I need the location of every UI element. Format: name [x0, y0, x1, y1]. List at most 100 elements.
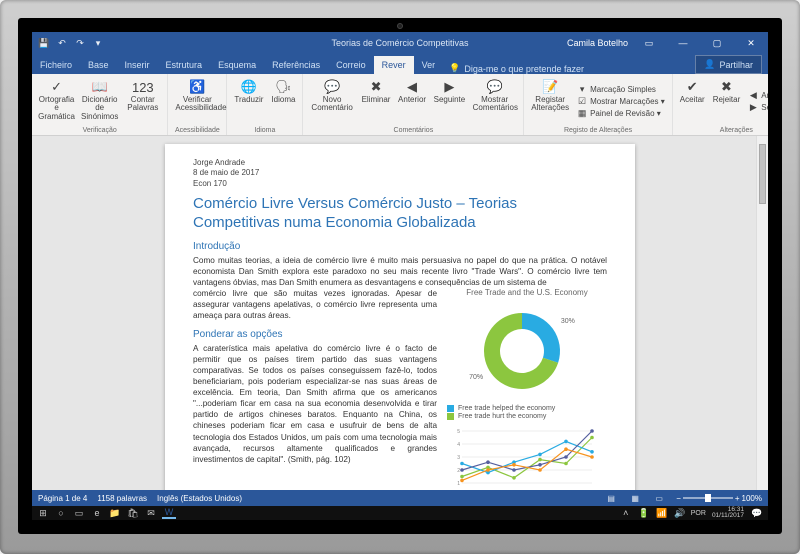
vertical-scrollbar[interactable]	[756, 136, 768, 490]
ribbon: ✓Ortografia e Gramática📖Dicionário de Si…	[32, 74, 768, 136]
ribbon-tabs: FicheiroBaseInserirEstruturaEsquemaRefer…	[32, 54, 768, 74]
ribbon-icon: 123	[134, 78, 152, 96]
doc-author: Jorge Andrade	[193, 158, 607, 168]
tab-esquema[interactable]: Esquema	[210, 56, 264, 74]
tab-ficheiro[interactable]: Ficheiro	[32, 56, 80, 74]
print-layout-icon[interactable]: ▦	[628, 492, 642, 504]
tab-referências[interactable]: Referências	[264, 56, 328, 74]
ribbon-button[interactable]: ✖Rejeitar	[710, 76, 744, 126]
ribbon-button[interactable]: 💬Mostrar Comentários	[470, 76, 519, 126]
wifi-icon[interactable]: 📶	[655, 507, 669, 519]
ribbon-button[interactable]: 💬Novo Comentário	[307, 76, 356, 126]
close-button[interactable]: ✕	[738, 32, 764, 54]
zoom-control[interactable]: − + 100%	[676, 494, 762, 503]
ribbon-small-button[interactable]: ▦Painel de Revisão ▾	[574, 107, 668, 119]
share-button[interactable]: 👤 Partilhar	[695, 55, 762, 74]
ribbon-label: Mostrar Marcações ▾	[590, 97, 665, 106]
undo-icon[interactable]: ↶	[56, 37, 68, 49]
start-icon[interactable]: ⊞	[36, 507, 50, 519]
ribbon-button[interactable]: 123Contar Palavras	[122, 76, 163, 126]
clock[interactable]: 16:31 01/11/2017	[710, 507, 746, 520]
tray-chevron-icon[interactable]: ˄	[619, 507, 633, 519]
user-name[interactable]: Camila Botelho	[567, 38, 628, 48]
ribbon-small-button[interactable]: ▶Seguinte	[745, 101, 768, 113]
ribbon-icon: 💬	[323, 78, 341, 96]
svg-text:4: 4	[457, 442, 460, 448]
word-icon[interactable]: W	[162, 507, 176, 519]
windows-taskbar: ⊞ ○ ▭ e 📁 🛍 ✉ W ˄ 🔋 📶 🔊 POR 16:31 01/11/…	[32, 506, 768, 520]
taskview-icon[interactable]: ▭	[72, 507, 86, 519]
ribbon-icon: 💬	[486, 78, 504, 96]
store-icon[interactable]: 🛍	[126, 507, 140, 519]
zoom-in-icon[interactable]: +	[735, 494, 740, 503]
ribbon-button[interactable]: ♿Verificar Acessibilidade	[172, 76, 222, 126]
system-tray: ˄ 🔋 📶 🔊 POR 16:31 01/11/2017 💬	[619, 507, 764, 520]
tray-lang[interactable]: POR	[691, 510, 706, 517]
legend-item: Free trade helped the economy	[447, 405, 607, 412]
qat-dropdown-icon[interactable]: ▾	[92, 37, 104, 49]
minimize-button[interactable]: ―	[670, 32, 696, 54]
window-title: Teorias de Comércio Competitivas	[331, 38, 468, 48]
ribbon-small-button[interactable]: ▾Marcação Simples	[574, 83, 668, 95]
ribbon-button[interactable]: ◀Anterior	[395, 76, 429, 126]
ribbon-button[interactable]: 🌐Traduzir	[231, 76, 266, 126]
cortana-icon[interactable]: ○	[54, 507, 68, 519]
ribbon-icon: ✓	[48, 78, 66, 96]
status-bar: Página 1 de 4 1158 palavras Inglês (Esta…	[32, 490, 768, 506]
svg-text:2: 2	[457, 468, 460, 474]
ribbon-button[interactable]: ▶Seguinte	[431, 76, 468, 126]
battery-icon[interactable]: 🔋	[637, 507, 651, 519]
ribbon-small-button[interactable]: ☑Mostrar Marcações ▾	[574, 95, 668, 107]
ribbon-icon: 🗣	[274, 78, 292, 96]
tab-inserir[interactable]: Inserir	[117, 56, 158, 74]
maximize-button[interactable]: ▢	[704, 32, 730, 54]
tab-correio[interactable]: Correio	[328, 56, 374, 74]
notifications-icon[interactable]: 💬	[750, 507, 764, 519]
zoom-value[interactable]: 100%	[742, 494, 762, 503]
ribbon-label: Novo Comentário	[310, 96, 353, 113]
ribbon-button[interactable]: 🗣Idioma	[268, 76, 298, 126]
ribbon-label: Painel de Revisão ▾	[590, 109, 661, 118]
tell-me[interactable]: 💡 Diga-me o que pretende fazer	[449, 63, 584, 74]
ribbon-button[interactable]: 📝Registar Alterações	[528, 76, 572, 126]
svg-text:70%: 70%	[469, 374, 483, 381]
volume-icon[interactable]: 🔊	[673, 507, 687, 519]
ribbon-button[interactable]: ✖Eliminar	[359, 76, 393, 126]
tab-rever[interactable]: Rever	[374, 56, 414, 74]
status-words[interactable]: 1158 palavras	[97, 494, 147, 503]
tab-ver[interactable]: Ver	[414, 56, 444, 74]
ribbon-group: 🌐Traduzir🗣IdiomaIdioma	[227, 74, 303, 135]
explorer-icon[interactable]: 📁	[108, 507, 122, 519]
ribbon-options-icon[interactable]: ▭	[636, 32, 662, 54]
tab-estrutura[interactable]: Estrutura	[158, 56, 211, 74]
ribbon-icon: ▾	[577, 84, 587, 94]
ribbon-icon: ♿	[188, 78, 206, 96]
web-layout-icon[interactable]: ▭	[652, 492, 666, 504]
ribbon-label: Aceitar	[680, 96, 705, 104]
ribbon-label: Dicionário de Sinónimos	[81, 96, 118, 121]
doc-title: Comércio Livre Versus Comércio Justo – T…	[193, 195, 607, 233]
ribbon-icon: ✔	[683, 78, 701, 96]
ribbon-label: Ortografia e Gramática	[38, 96, 75, 121]
ribbon-small-button[interactable]: ◀Anterior	[745, 89, 768, 101]
title-bar: 💾 ↶ ↷ ▾ Teorias de Comércio Competitivas…	[32, 32, 768, 54]
ribbon-button[interactable]: ✔Aceitar	[677, 76, 708, 126]
status-page[interactable]: Página 1 de 4	[38, 494, 87, 503]
tab-base[interactable]: Base	[80, 56, 117, 74]
ribbon-label: Contar Palavras	[125, 96, 160, 113]
camera-icon	[397, 23, 403, 29]
redo-icon[interactable]: ↷	[74, 37, 86, 49]
zoom-slider[interactable]	[683, 497, 733, 499]
ribbon-button[interactable]: ✓Ortografia e Gramática	[36, 76, 77, 126]
outlook-icon[interactable]: ✉	[144, 507, 158, 519]
ribbon-button[interactable]: 📖Dicionário de Sinónimos	[79, 76, 120, 126]
scroll-thumb[interactable]	[759, 144, 766, 204]
ribbon-label: Anterior	[398, 96, 426, 104]
ribbon-icon: ▶	[748, 102, 758, 112]
zoom-out-icon[interactable]: −	[676, 494, 681, 503]
heading-intro: Introdução	[193, 241, 607, 252]
save-icon[interactable]: 💾	[38, 37, 50, 49]
status-lang[interactable]: Inglês (Estados Unidos)	[157, 494, 242, 503]
edge-icon[interactable]: e	[90, 507, 104, 519]
read-mode-icon[interactable]: ▤	[604, 492, 618, 504]
